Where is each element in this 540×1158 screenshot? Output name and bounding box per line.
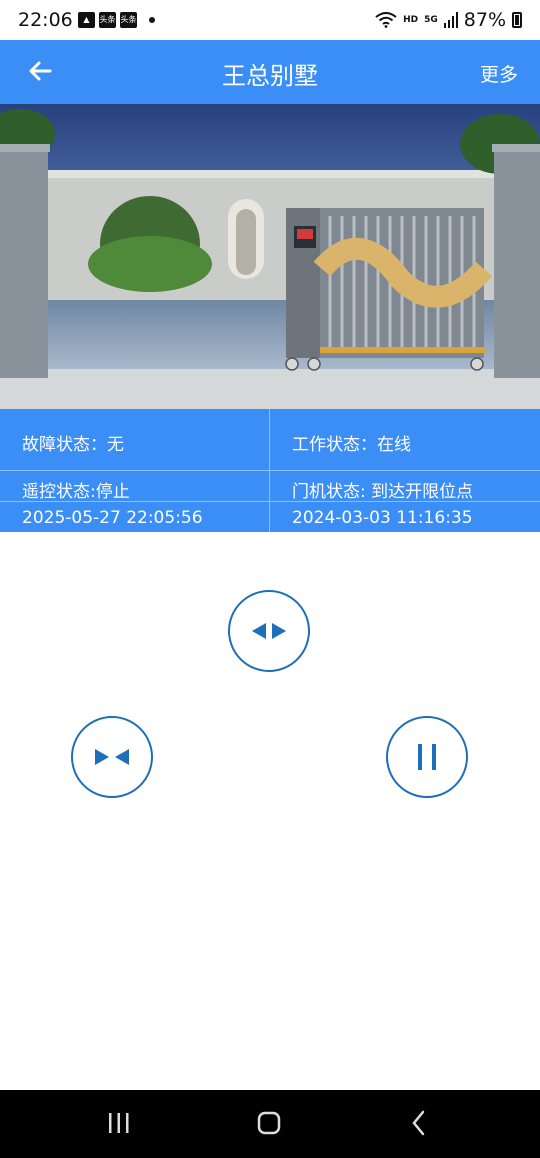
toutiao-icon: 头条	[120, 12, 137, 28]
battery-percent: 87%	[463, 9, 506, 31]
more-notifications-dot	[149, 17, 155, 23]
toutiao-icon: 头条	[99, 12, 116, 28]
recent-apps-icon[interactable]	[104, 1108, 134, 1138]
close-gate-icon	[95, 749, 129, 765]
system-indicators: HD 5G 87%	[375, 9, 522, 31]
timestamp-right: 2024-03-03 11:16:35	[292, 508, 473, 528]
page-title: 王总别墅	[222, 62, 318, 90]
pause-icon	[418, 744, 436, 770]
villa-gate-image	[0, 104, 540, 409]
home-icon[interactable]	[254, 1108, 284, 1138]
network-generation: 5G	[424, 15, 438, 25]
fault-status: 故障状态：无	[22, 435, 124, 455]
clock: 22:06	[18, 9, 73, 31]
more-button[interactable]: 更多	[480, 60, 518, 87]
stop-gate-button[interactable]	[386, 716, 468, 798]
timestamp-left: 2025-05-27 22:05:56	[22, 508, 203, 528]
device-status-panel: 故障状态：无 工作状态：在线 遥控状态:停止 门机状态: 到达开限位点 2025…	[0, 409, 540, 532]
close-gate-button[interactable]	[71, 716, 153, 798]
door-motor-status: 门机状态: 到达开限位点	[292, 482, 474, 502]
divider	[0, 470, 540, 471]
wifi-icon	[375, 12, 397, 28]
open-gate-icon	[252, 623, 286, 639]
battery-icon	[512, 12, 522, 28]
work-status: 工作状态：在线	[292, 435, 411, 455]
signal-icon	[443, 12, 458, 28]
hd-indicator: HD	[403, 15, 419, 25]
system-status-bar: 22:06 ▲ 头条 头条 HD 5G 87%	[0, 0, 540, 40]
remote-status: 遥控状态:停止	[22, 482, 130, 502]
notification-icons: ▲ 头条 头条	[78, 12, 155, 28]
system-navigation-bar	[0, 1090, 540, 1158]
back-nav-icon[interactable]	[404, 1108, 434, 1138]
app-header: 王总别墅 更多	[0, 40, 540, 104]
gallery-icon: ▲	[78, 12, 95, 28]
open-gate-button[interactable]	[228, 590, 310, 672]
